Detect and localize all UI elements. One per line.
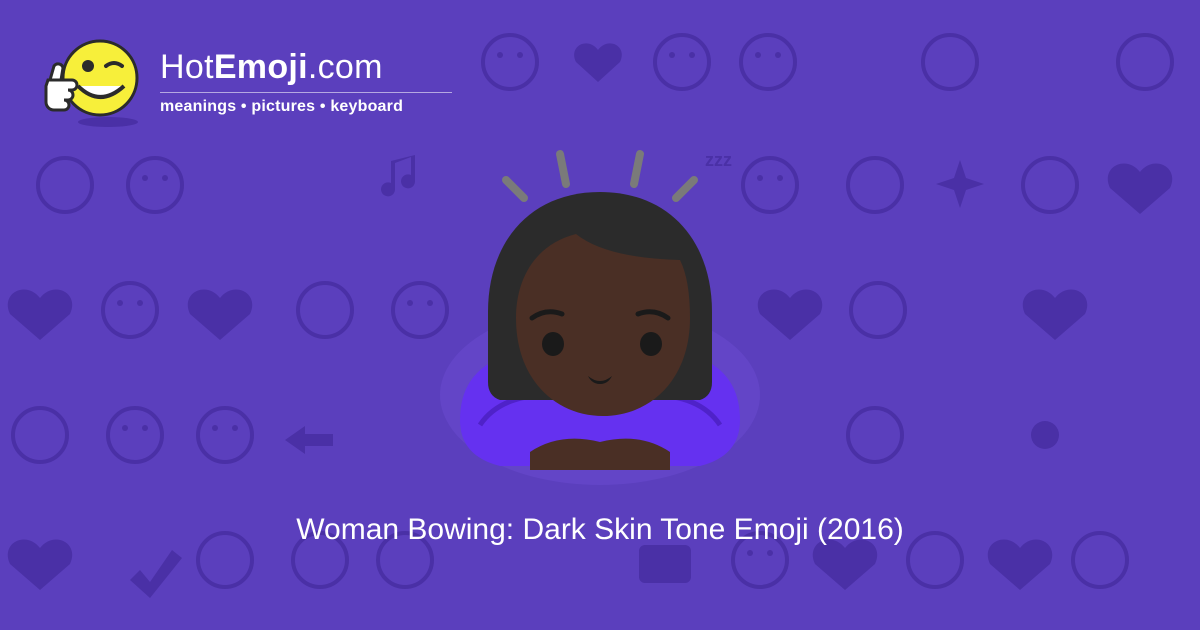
site-name: HotEmoji.com <box>160 50 383 84</box>
hands <box>530 438 670 470</box>
site-tagline: meanings • pictures • keyboard <box>160 98 404 115</box>
site-name-suffix: .com <box>307 48 383 86</box>
woman-bowing-dark-skin-tone-emoji-icon <box>440 150 760 485</box>
face <box>516 234 690 416</box>
emphasis-lines <box>502 150 698 202</box>
site-name-prefix: Hot <box>160 48 214 86</box>
logo-divider <box>160 92 452 93</box>
emoji-title: Woman Bowing: Dark Skin Tone Emoji (2016… <box>296 513 904 546</box>
site-logo[interactable]: HotEmoji.com meanings • pictures • keybo… <box>40 36 470 136</box>
site-name-bold: Emoji <box>213 48 308 86</box>
thumbs-up-wink-face-icon <box>44 39 139 127</box>
